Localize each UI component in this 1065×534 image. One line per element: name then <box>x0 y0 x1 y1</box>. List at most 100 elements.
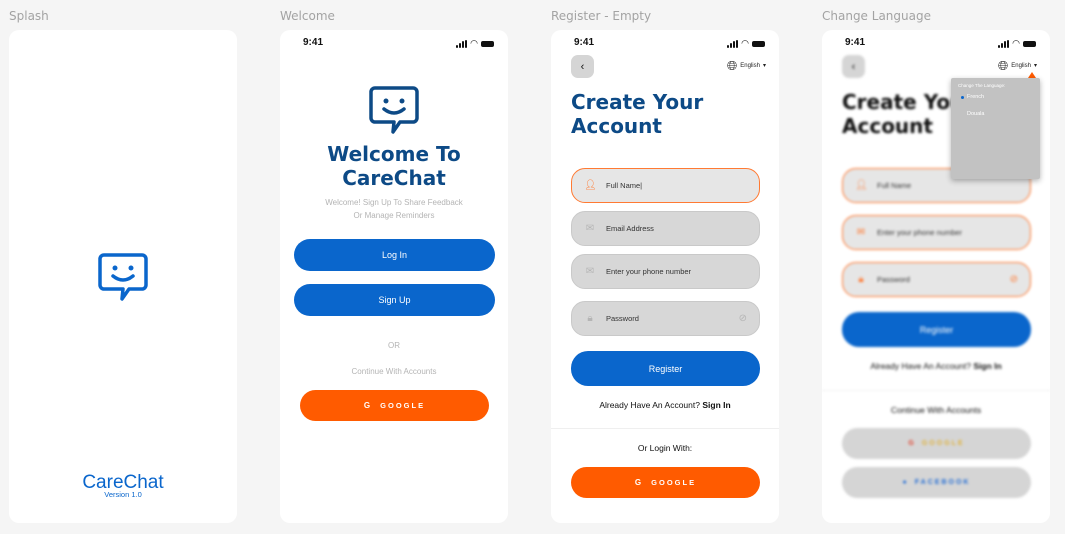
signup-button[interactable]: Sign Up <box>294 284 495 316</box>
language-selector[interactable]: 🌐︎ English ▾ <box>998 59 1037 72</box>
signal-icon <box>456 39 468 48</box>
facebook-button[interactable]: ● FACEBOOK <box>842 467 1031 498</box>
google-button[interactable]: G GOOGLE <box>300 390 489 421</box>
selected-dot-icon <box>961 95 964 99</box>
frame-label-welcome: Welcome <box>280 9 335 23</box>
phone-icon: ✉︎ <box>856 227 866 238</box>
lock-icon: 🔒︎ <box>587 313 593 324</box>
option-label: Douala <box>967 111 985 117</box>
full-name-placeholder: Full Name <box>877 181 912 190</box>
language-label: English <box>1011 62 1031 69</box>
google-label: GOOGLE <box>380 401 426 410</box>
continue-with-accounts-text: Continue With Accounts <box>351 367 437 376</box>
sign-in-link[interactable]: Sign In <box>702 400 730 410</box>
register-button[interactable]: Register <box>571 351 760 386</box>
status-time: 9:41 <box>574 37 595 48</box>
dropdown-title: Change The Language: <box>958 83 1006 88</box>
language-selector[interactable]: 🌐︎ English ▾ <box>727 59 766 72</box>
user-icon: 👤︎ <box>584 180 597 191</box>
welcome-screen: 9:41 ◠ Welcome To CareChat Welcome! Sign… <box>280 30 508 523</box>
language-option-french[interactable]: French <box>961 94 984 100</box>
password-field[interactable]: 🔒︎ Password ⊘ <box>842 262 1031 297</box>
language-label: English <box>740 62 760 69</box>
status-time: 9:41 <box>303 37 324 48</box>
welcome-subtitle-line2: Or Manage Reminders <box>353 211 435 220</box>
caret-down-icon: ▾ <box>1033 63 1037 69</box>
have-account-text: Already Have An Account? <box>599 400 700 410</box>
chevron-left-icon: ‹ <box>580 60 585 73</box>
battery-icon <box>752 40 765 47</box>
user-icon: 👤︎ <box>855 180 868 191</box>
splash-screen: CareChat Version 1.0 <box>9 30 237 523</box>
divider <box>551 428 779 429</box>
back-button[interactable]: ‹ <box>842 55 865 78</box>
signal-icon <box>998 39 1010 48</box>
eye-off-icon[interactable]: ⊘ <box>1010 274 1018 285</box>
register-title-line1: Create Your <box>571 90 704 114</box>
facebook-label: FACEBOOK <box>914 479 971 486</box>
full-name-value: Full Name| <box>606 181 643 190</box>
or-login-with-text: Or Login With: <box>637 443 693 453</box>
battery-icon <box>1023 40 1036 47</box>
globe-icon: 🌐︎ <box>997 58 1009 73</box>
option-label: French <box>967 94 985 100</box>
status-time: 9:41 <box>845 37 866 48</box>
password-field[interactable]: 🔒︎ Password ⊘ <box>571 301 760 336</box>
continue-with-accounts-text: Continue With Accounts <box>890 405 982 415</box>
status-bar: 9:41 ◠ <box>280 37 508 51</box>
welcome-title-line1: Welcome To <box>327 142 461 166</box>
language-dropdown: Change The Language: French Douala <box>951 78 1040 179</box>
wifi-icon: ◠ <box>1012 38 1020 48</box>
google-icon: G <box>634 478 644 487</box>
have-account-row: Already Have An Account? Sign In <box>822 361 1050 371</box>
chevron-left-icon: ‹ <box>851 60 856 73</box>
caret-down-icon: ▾ <box>762 63 766 69</box>
google-button[interactable]: G GOOGLE <box>842 428 1031 459</box>
signal-icon <box>727 39 739 48</box>
phone-placeholder: Enter your phone number <box>606 267 692 276</box>
have-account-row: Already Have An Account? Sign In <box>551 400 779 410</box>
or-divider-text: OR <box>388 341 400 350</box>
welcome-title-line2: CareChat <box>342 166 446 190</box>
frame-label-change-language: Change Language <box>822 9 931 23</box>
email-placeholder: Email Address <box>606 224 654 233</box>
password-placeholder: Password <box>606 314 639 323</box>
lock-icon: 🔒︎ <box>858 274 864 285</box>
google-label: GOOGLE <box>651 478 697 487</box>
back-button[interactable]: ‹ <box>571 55 594 78</box>
phone-placeholder: Enter your phone number <box>877 228 963 237</box>
register-title-line2: Account <box>571 114 662 138</box>
divider <box>822 390 1050 391</box>
register-title-line2: Account <box>842 114 933 138</box>
email-field[interactable]: ✉︎ Email Address <box>571 211 760 246</box>
phone-field[interactable]: ✉︎ Enter your phone number <box>842 215 1031 250</box>
login-button[interactable]: Log In <box>294 239 495 271</box>
mail-icon: ✉︎ <box>585 223 595 234</box>
change-language-screen: 9:41 ◠ 🌐︎ English ▾ ‹ Create Your Accoun… <box>822 30 1050 523</box>
wifi-icon: ◠ <box>470 38 478 48</box>
facebook-icon: ● <box>902 479 909 486</box>
phone-field[interactable]: ✉︎ Enter your phone number <box>571 254 760 289</box>
frame-label-register: Register - Empty <box>551 9 652 23</box>
welcome-subtitle-line1: Welcome! Sign Up To Share Feedback <box>325 198 463 207</box>
google-icon: G <box>908 440 916 447</box>
frame-label-splash: Splash <box>9 9 49 23</box>
full-name-field[interactable]: 👤︎ Full Name| <box>571 168 760 203</box>
password-placeholder: Password <box>877 275 910 284</box>
battery-icon <box>481 40 494 47</box>
status-bar: 9:41 ◠ <box>822 37 1050 51</box>
globe-icon: 🌐︎ <box>726 58 738 73</box>
chat-logo-icon <box>98 251 148 301</box>
chat-logo-icon <box>369 84 419 134</box>
language-option-douala[interactable]: Douala <box>967 111 984 117</box>
register-button[interactable]: Register <box>842 312 1031 347</box>
google-label: GOOGLE <box>921 440 965 447</box>
google-button[interactable]: G GOOGLE <box>571 467 760 498</box>
register-screen: 9:41 ◠ ‹ 🌐︎ English ▾ Create Your Accoun… <box>551 30 779 523</box>
status-bar: 9:41 ◠ <box>551 37 779 51</box>
phone-icon: ✉︎ <box>585 266 595 277</box>
have-account-text: Already Have An Account? <box>870 361 971 371</box>
eye-off-icon[interactable]: ⊘ <box>739 313 747 324</box>
sign-in-link[interactable]: Sign In <box>973 361 1001 371</box>
splash-version: Version 1.0 <box>104 490 142 499</box>
